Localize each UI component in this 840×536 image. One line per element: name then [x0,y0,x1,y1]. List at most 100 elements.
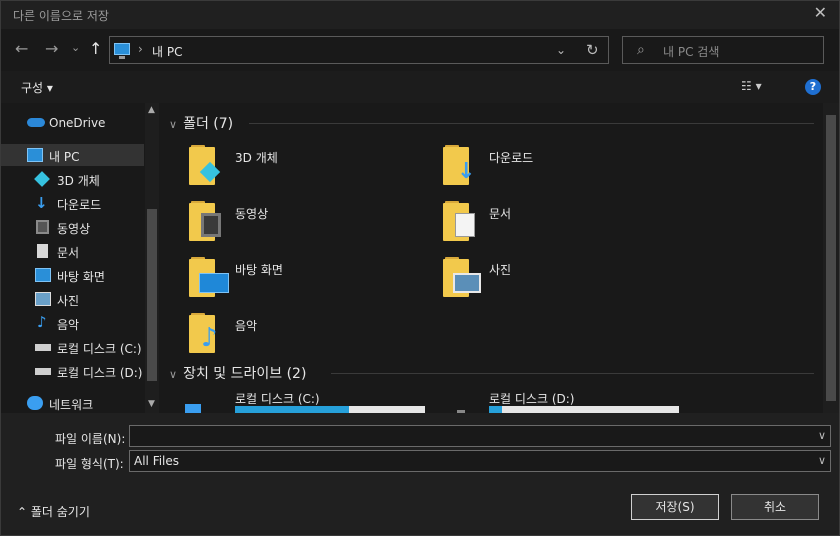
sidebar-item-drive-d[interactable]: 로컬 디스크 (D:) [1,360,144,382]
pictures-folder-icon [443,257,481,297]
downloads-folder-icon: ↓ [443,145,475,185]
address-bar[interactable]: › 내 PC ⌄ ↻ [109,36,609,64]
desktop-icon [35,268,51,282]
sidebar-item-onedrive[interactable]: OneDrive [1,112,144,134]
save-button[interactable]: 저장(S) [631,494,719,520]
drive-label: 로컬 디스크 (D:) [489,392,575,406]
back-arrow-icon[interactable]: ← [15,39,28,58]
3d-objects-folder-icon [189,145,221,185]
chevron-down-icon[interactable]: ∨ [818,429,826,442]
drive-usage-bar [235,406,425,413]
organize-menu-button[interactable]: 구성 ▾ [21,79,53,96]
folder-label: 동영상 [235,207,269,221]
documents-folder-icon [443,201,475,241]
search-input[interactable]: ⌕ 내 PC 검색 [622,36,824,64]
sidebar-item-desktop[interactable]: 바탕 화면 [1,264,144,286]
sidebar-item-documents[interactable]: 문서 [1,240,144,262]
chevron-down-icon: ∨ [169,118,178,131]
filetype-value: All Files [134,454,180,468]
folder-downloads[interactable]: ↓ 다운로드 [415,145,655,193]
group-title: 장치 및 드라이브 (2) [183,366,307,382]
drive-usage-bar [489,406,679,413]
group-title: 폴더 (7) [183,116,234,132]
refresh-icon[interactable]: ↻ [586,41,599,59]
chevron-down-icon: ∨ [169,368,178,381]
music-icon: ♪ [37,313,47,331]
desktop-folder-icon [189,257,229,297]
sidebar-item-music[interactable]: ♪ 음악 [1,312,144,334]
folder-label: 음악 [235,319,258,333]
filename-label: 파일 이름(N): [55,432,126,446]
drive-d-icon [35,368,51,375]
folder-3d-objects[interactable]: 3D 개체 [161,145,401,193]
sidebar-item-drive-c[interactable]: 로컬 디스크 (C:) [1,336,144,358]
drive-c[interactable]: 로컬 디스크 (C:) [181,390,431,413]
file-list: ∨ 폴더 (7) 3D 개체 ↓ 다운로드 동영상 문서 바탕 화면 사진 ♪ … [161,103,823,413]
sidebar-item-label: 로컬 디스크 (D:) [57,366,143,380]
search-icon: ⌕ [637,42,645,58]
video-icon [36,220,49,234]
recent-locations-chevron-icon[interactable]: ⌄ [71,41,80,54]
folder-label: 문서 [489,207,512,221]
sidebar-item-label: 문서 [57,246,80,260]
sidebar-item-videos[interactable]: 동영상 [1,216,144,238]
close-icon[interactable]: ✕ [814,3,827,22]
folder-label: 바탕 화면 [235,263,283,277]
view-options-button[interactable]: ☷ ▾ [741,79,762,93]
folder-desktop[interactable]: 바탕 화면 [161,257,401,305]
drive-d[interactable]: 로컬 디스크 (D:) [435,390,685,413]
title-bar: 다른 이름으로 저장 ✕ [1,1,839,29]
breadcrumb[interactable]: 내 PC [152,43,182,60]
pictures-icon [35,292,51,306]
hide-folders-button[interactable]: ⌃ 폴더 숨기기 [17,503,90,520]
cancel-button[interactable]: 취소 [731,494,819,520]
pc-icon [27,148,43,162]
chevron-down-icon[interactable]: ∨ [818,454,826,467]
folder-pictures[interactable]: 사진 [415,257,655,305]
sidebar-item-label: 네트워크 [49,398,94,412]
sidebar-item-downloads[interactable]: ↓ 다운로드 [1,192,144,214]
drive-c-icon [35,344,51,351]
3d-objects-icon [34,171,50,187]
network-icon [27,396,43,410]
sidebar-item-network[interactable]: 네트워크 [1,392,144,413]
scrollbar-thumb[interactable] [826,115,836,401]
folder-label: 사진 [489,263,512,277]
group-divider [249,123,814,124]
sidebar-item-label: 바탕 화면 [57,270,105,284]
forward-arrow-icon[interactable]: → [45,39,58,58]
drive-label: 로컬 디스크 (C:) [235,392,320,406]
save-options-panel: 파일 이름(N): ∨ 파일 형식(T): All Files ∨ ⌃ 폴더 숨… [1,413,839,535]
folder-videos[interactable]: 동영상 [161,201,401,249]
document-icon [37,244,48,258]
address-dropdown-icon[interactable]: ⌄ [556,43,566,57]
sidebar-scrollbar[interactable]: ▲ ▼ [145,103,159,413]
sidebar-item-label: 내 PC [49,150,80,164]
scroll-down-icon[interactable]: ▼ [148,399,155,409]
content-scrollbar[interactable] [823,103,839,413]
devices-group-header[interactable]: ∨ 장치 및 드라이브 (2) [169,363,306,383]
sidebar-item-label: 다운로드 [57,198,102,212]
folder-documents[interactable]: 문서 [415,201,655,249]
drive-usage-fill [489,406,503,413]
folder-music[interactable]: ♪ 음악 [161,313,401,361]
pc-icon [114,43,130,59]
onedrive-icon [27,118,45,127]
sidebar-item-label: 사진 [57,294,80,308]
toolbar: 구성 ▾ ☷ ▾ ? [1,71,839,103]
sidebar-item-pictures[interactable]: 사진 [1,288,144,310]
filename-field[interactable]: ∨ [129,425,831,447]
up-arrow-icon[interactable]: ↑ [89,39,102,58]
search-placeholder: 내 PC 검색 [663,45,720,59]
help-icon[interactable]: ? [805,79,821,95]
folders-group-header[interactable]: ∨ 폴더 (7) [169,113,233,133]
filetype-select[interactable]: All Files ∨ [129,450,831,472]
drive-usage-fill [235,406,349,413]
group-divider [331,373,814,374]
navigation-pane: OneDrive 내 PC 3D 개체 ↓ 다운로드 동영상 문서 바탕 화면 [1,103,161,413]
scrollbar-thumb[interactable] [147,209,157,381]
sidebar-item-this-pc[interactable]: 내 PC [1,144,144,166]
scroll-up-icon[interactable]: ▲ [148,105,155,115]
sidebar-item-3d-objects[interactable]: 3D 개체 [1,168,144,190]
download-icon: ↓ [35,194,48,212]
